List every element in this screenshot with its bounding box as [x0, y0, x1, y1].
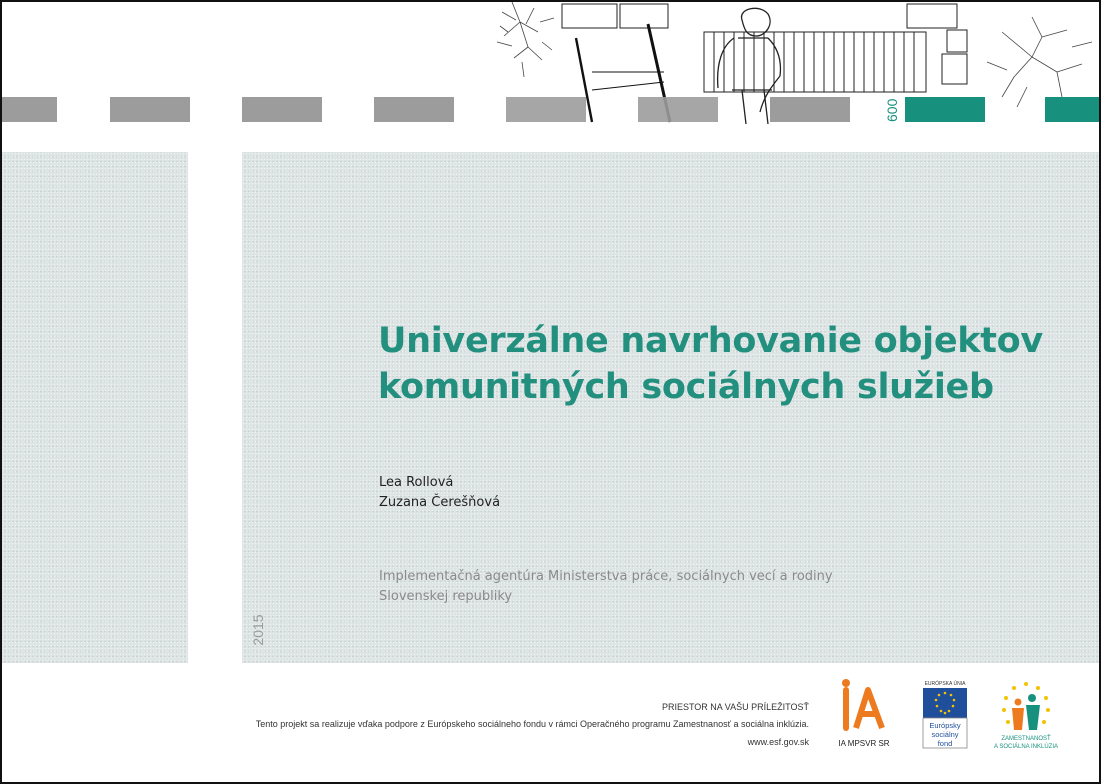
- people-icon: [1012, 694, 1040, 730]
- eu-logo-top: EURÓPSKA ÚNIA: [925, 680, 967, 687]
- title-line-2: komunitných sociálnych služieb: [378, 367, 994, 407]
- document-title: Univerzálne navrhovanie objektov komunit…: [378, 318, 1078, 410]
- esf-eu-logo: EURÓPSKA ÚNIA Európsky sociálny fond: [922, 680, 968, 749]
- zsi-logo-line: ZAMESTNANOSŤ: [1001, 734, 1051, 742]
- header-bar-segment: [374, 97, 454, 122]
- eu-logo-line: sociálny: [931, 730, 958, 739]
- bench-slats: [703, 31, 927, 93]
- footer-url[interactable]: www.esf.gov.sk: [748, 737, 809, 747]
- author-name: Zuzana Čerešňová: [379, 495, 501, 510]
- publisher-line-2: Slovenskej republiky: [379, 589, 513, 604]
- header-bar-segment: [242, 97, 322, 122]
- header-bar-segment: [506, 97, 586, 122]
- eu-logo-line: Európsky: [929, 721, 961, 730]
- zsi-logo-line: A SOCIÁLNA INKLÚZIA: [994, 743, 1058, 750]
- ia-mpsvr-logo: IA MPSVR SR: [838, 679, 890, 748]
- header-bar-segment: [638, 97, 718, 122]
- employment-inclusion-logo: ZAMESTNANOSŤ A SOCIÁLNA INKLÚZIA: [994, 682, 1058, 750]
- document-cover: 600 Univerzálne navrhovanie objektov kom…: [0, 0, 1101, 784]
- header-bar-segment: [110, 97, 190, 122]
- footer-slogan: PRIESTOR NA VAŠU PRÍLEŽITOSŤ: [661, 702, 809, 712]
- tree-right: [986, 16, 1093, 108]
- publisher: Implementačná agentúra Ministerstva prác…: [379, 567, 879, 607]
- footer-support-text: Tento projekt sa realizuje vďaka podpore…: [255, 719, 809, 729]
- publication-year: 2015: [250, 614, 266, 646]
- eu-logo-line: fond: [938, 739, 953, 748]
- title-line-1: Univerzálne navrhovanie objektov: [378, 321, 1043, 361]
- header-bar-segment: [2, 97, 57, 122]
- ia-logo-caption: IA MPSVR SR: [838, 739, 889, 748]
- stars-circle-icon: [1002, 682, 1050, 724]
- header-bar-segment: [770, 97, 850, 122]
- publisher-line-1: Implementačná agentúra Ministerstva prác…: [379, 569, 833, 584]
- header-bar-accent: [905, 97, 985, 122]
- header-bar-accent: [1045, 97, 1099, 122]
- left-panel: [2, 152, 188, 663]
- sign-number: 600: [884, 98, 900, 122]
- tree-left: [496, 2, 555, 78]
- author-name: Lea Rollová: [379, 475, 454, 490]
